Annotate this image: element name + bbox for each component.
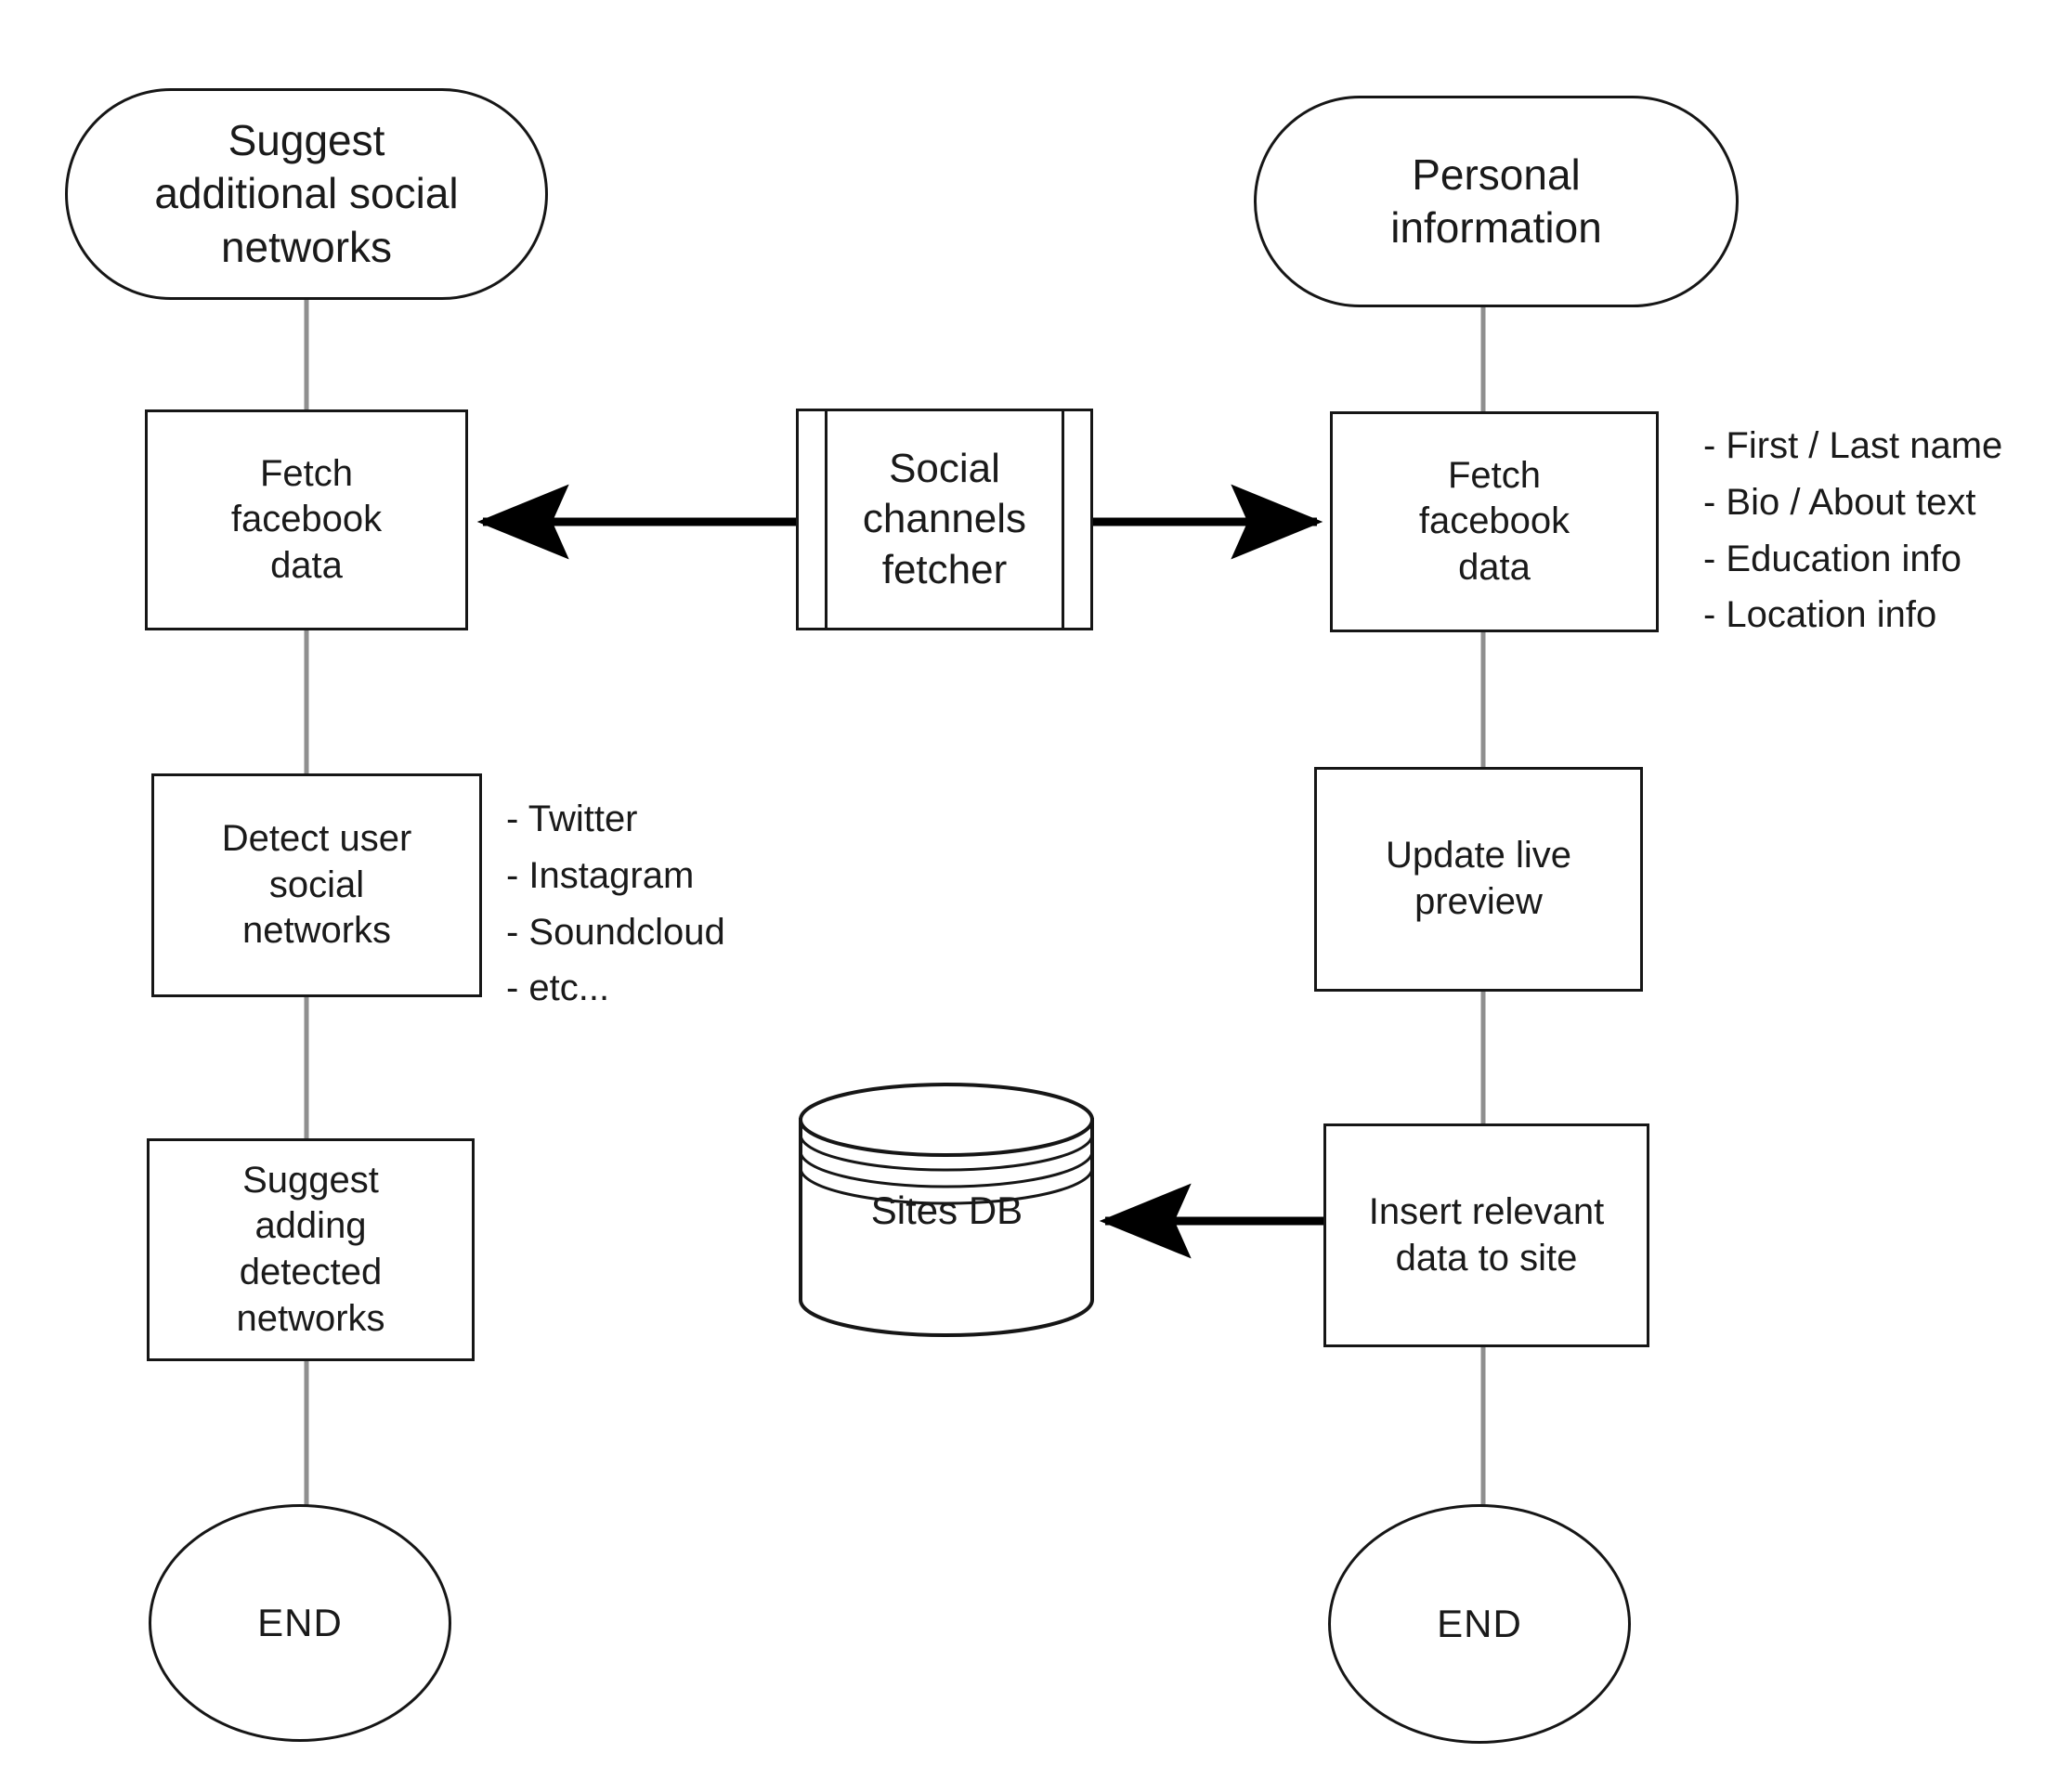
- annotation-line: - Education info: [1703, 538, 1961, 579]
- annotation-line: - Location info: [1703, 594, 1937, 636]
- node-label: Personal information: [1390, 149, 1602, 252]
- node-label: Social channels fetcher: [862, 445, 1027, 592]
- node-detect-user-social-networks[interactable]: Detect user social networks: [151, 773, 482, 997]
- node-label: END: [1437, 1601, 1522, 1645]
- node-suggest-additional-social-networks[interactable]: Suggest additional social networks: [65, 88, 548, 300]
- node-label: Fetch facebook data: [1418, 454, 1570, 588]
- flowchart-canvas: Suggest additional social networks Perso…: [0, 0, 2072, 1792]
- annotation-line: - Twitter: [506, 799, 638, 839]
- node-label: Sites DB: [870, 1188, 1023, 1232]
- annotation-line: - First / Last name: [1703, 425, 2003, 466]
- node-personal-information[interactable]: Personal information: [1254, 96, 1739, 307]
- annotation-line: - Soundcloud: [506, 911, 725, 953]
- node-label: Fetch facebook data: [230, 452, 383, 586]
- node-sites-db[interactable]: Sites DB: [801, 1084, 1093, 1337]
- node-label: Detect user social networks: [221, 818, 412, 952]
- subroutine-bar-right: [1062, 411, 1064, 628]
- node-label: END: [257, 1600, 343, 1644]
- node-fetch-facebook-data-right[interactable]: Fetch facebook data: [1330, 411, 1659, 632]
- annotation-personal-information-fields: - First / Last name - Bio / About text -…: [1703, 418, 2002, 643]
- node-social-channels-fetcher[interactable]: Social channels fetcher: [796, 409, 1093, 630]
- node-update-live-preview[interactable]: Update live preview: [1314, 767, 1643, 992]
- annotation-line: - Bio / About text: [1703, 481, 1976, 523]
- annotation-line: - etc...: [506, 967, 610, 1009]
- node-label: Suggest adding detected networks: [236, 1159, 385, 1339]
- node-suggest-adding-detected-networks[interactable]: Suggest adding detected networks: [147, 1138, 475, 1361]
- node-label: Suggest additional social networks: [154, 116, 459, 271]
- node-insert-relevant-data-to-site[interactable]: Insert relevant data to site: [1323, 1123, 1649, 1347]
- node-label: Update live preview: [1385, 835, 1572, 922]
- annotation-line: - Instagram: [506, 854, 695, 896]
- subroutine-bar-left: [825, 411, 827, 628]
- node-fetch-facebook-data-left[interactable]: Fetch facebook data: [145, 409, 468, 630]
- annotation-detected-social-networks: - Twitter - Instagram - Soundcloud - etc…: [506, 791, 725, 1017]
- node-label: Insert relevant data to site: [1368, 1190, 1605, 1279]
- node-end-left[interactable]: END: [149, 1504, 451, 1742]
- node-end-right[interactable]: END: [1328, 1504, 1631, 1744]
